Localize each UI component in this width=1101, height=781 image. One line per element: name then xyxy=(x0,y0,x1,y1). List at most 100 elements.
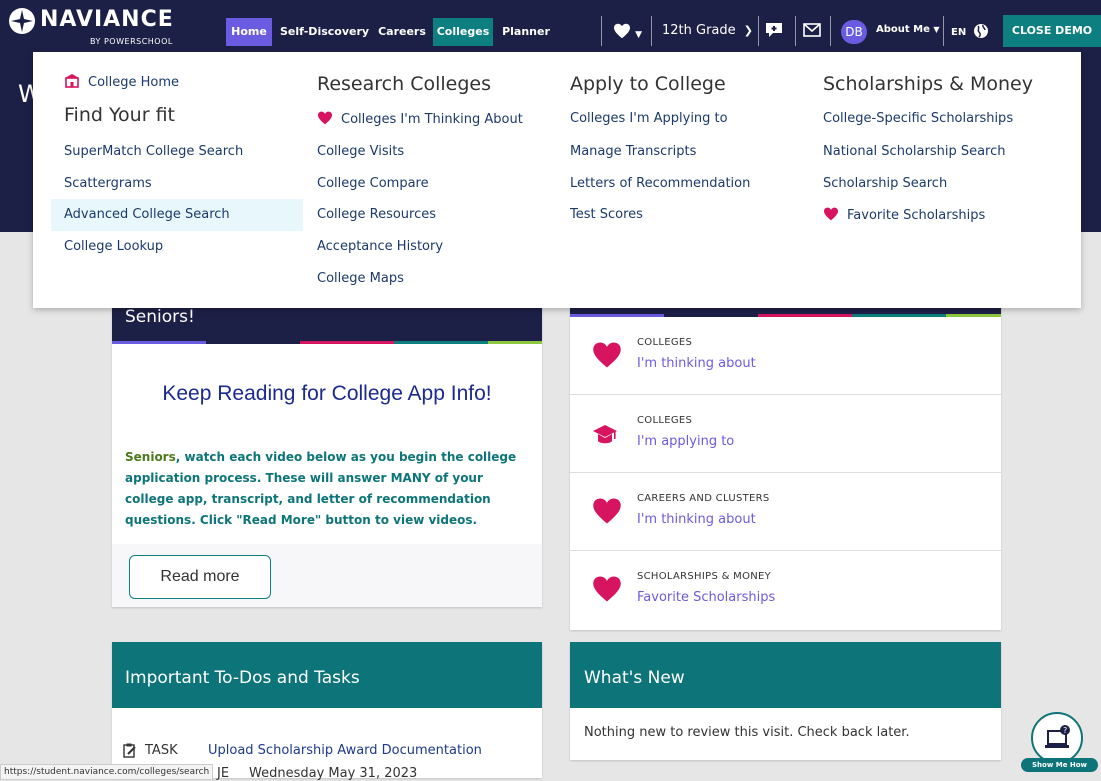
favorite-category: CAREERS AND CLUSTERS xyxy=(637,493,770,504)
college-visits-link[interactable]: College Visits xyxy=(317,144,404,159)
nav-separator xyxy=(651,16,652,46)
nav-separator xyxy=(943,16,944,46)
advanced-college-search-link[interactable]: Advanced College Search xyxy=(51,199,303,231)
messages-button[interactable] xyxy=(803,23,821,41)
tab-self-discovery[interactable]: Self-Discovery xyxy=(280,18,369,46)
tab-careers[interactable]: Careers xyxy=(374,18,430,46)
favorite-link[interactable]: I'm applying to xyxy=(637,434,734,449)
heart-icon xyxy=(318,111,332,125)
college-maps-link[interactable]: College Maps xyxy=(317,271,404,286)
favorite-row[interactable]: SCHOLARSHIPS & MONEY Favorite Scholarshi… xyxy=(570,551,1001,629)
letters-of-recommendation-link[interactable]: Letters of Recommendation xyxy=(570,176,750,191)
color-stripe xyxy=(394,341,488,344)
compass-star-icon xyxy=(9,8,35,34)
tab-planner[interactable]: Planner xyxy=(500,18,552,46)
favorite-link[interactable]: I'm thinking about xyxy=(637,512,756,527)
nav-separator xyxy=(830,16,831,46)
color-stripe xyxy=(112,341,206,344)
school-building-icon xyxy=(65,74,79,88)
favorite-scholarships-label: Favorite Scholarships xyxy=(847,208,986,223)
svg-text:?: ? xyxy=(1063,726,1067,735)
seniors-card: Seniors! Keep Reading for College App In… xyxy=(112,290,542,607)
todos-card-header: Important To-Dos and Tasks xyxy=(112,642,542,708)
favorite-link[interactable]: I'm thinking about xyxy=(637,356,756,371)
tab-home[interactable]: Home xyxy=(226,18,272,46)
whats-new-header: What's New xyxy=(570,642,1001,708)
tab-colleges[interactable]: Colleges xyxy=(433,18,493,46)
apply-to-college-heading: Apply to College xyxy=(570,73,726,95)
task-label: TASK xyxy=(145,743,178,758)
seniors-body-text: , watch each video below as you begin th… xyxy=(125,450,517,527)
brand-name: NAVIANCE xyxy=(40,7,174,32)
clipboard-edit-icon xyxy=(123,743,136,758)
grade-selector[interactable]: 12th Grade ❯ xyxy=(662,23,753,38)
college-compare-link[interactable]: College Compare xyxy=(317,176,429,191)
advanced-college-search-label: Advanced College Search xyxy=(64,207,230,222)
acceptance-history-link[interactable]: Acceptance History xyxy=(317,239,443,254)
graduation-cap-icon xyxy=(593,425,617,444)
favorite-row[interactable]: COLLEGES I'm applying to xyxy=(570,395,1001,473)
favorite-row[interactable]: COLLEGES I'm thinking about xyxy=(570,317,1001,395)
avatar[interactable]: DB xyxy=(841,20,867,44)
favorites-card: COLLEGES I'm thinking about COLLEGES I'm… xyxy=(570,290,1001,630)
heart-icon xyxy=(614,23,630,39)
colleges-applying-to-link[interactable]: Colleges I'm Applying to xyxy=(570,111,728,126)
favorites-menu[interactable]: ▼ xyxy=(613,23,642,41)
language-label: EN xyxy=(951,27,967,38)
national-scholarship-search-link[interactable]: National Scholarship Search xyxy=(823,144,1006,159)
scholarships-money-heading: Scholarships & Money xyxy=(823,73,1033,95)
color-stripe xyxy=(300,341,394,344)
whats-new-body: Nothing new to review this visit. Check … xyxy=(584,725,910,740)
favorite-category: SCHOLARSHIPS & MONEY xyxy=(637,571,772,582)
college-resources-link[interactable]: College Resources xyxy=(317,207,436,222)
brand-sub: BY POWERSCHOOL xyxy=(90,37,173,46)
scholarship-search-link[interactable]: Scholarship Search xyxy=(823,176,947,191)
laptop-help-icon: ? xyxy=(1045,725,1070,748)
heart-icon xyxy=(593,498,621,524)
colleges-thinking-about-label: Colleges I'm Thinking About xyxy=(341,112,523,127)
language-selector[interactable]: EN xyxy=(951,23,989,39)
read-more-button[interactable]: Read more xyxy=(129,555,271,599)
supermatch-link[interactable]: SuperMatch College Search xyxy=(64,144,243,159)
due-label-partial: JE xyxy=(217,766,230,781)
help-circle: ? xyxy=(1031,712,1083,764)
favorite-row[interactable]: CAREERS AND CLUSTERS I'm thinking about xyxy=(570,473,1001,551)
heart-icon xyxy=(824,207,838,221)
college-lookup-link[interactable]: College Lookup xyxy=(64,239,163,254)
chevron-down-icon: ❯ xyxy=(743,24,754,37)
grade-label: 12th Grade xyxy=(662,23,736,38)
heart-icon xyxy=(593,576,621,602)
college-home-link[interactable]: College Home xyxy=(64,73,179,90)
caret-down-icon: ▼ xyxy=(933,25,940,34)
scattergrams-link[interactable]: Scattergrams xyxy=(64,176,152,191)
college-specific-scholarships-link[interactable]: College-Specific Scholarships xyxy=(823,111,1013,126)
test-scores-link[interactable]: Test Scores xyxy=(570,207,643,222)
color-stripe xyxy=(206,341,300,344)
nav-separator xyxy=(758,16,759,46)
envelope-icon xyxy=(803,23,821,37)
favorite-link[interactable]: Favorite Scholarships xyxy=(637,590,775,605)
whats-new-card: What's New Nothing new to review this vi… xyxy=(570,642,1001,760)
colleges-thinking-about-link[interactable]: Colleges I'm Thinking About xyxy=(317,111,523,127)
colleges-mega-menu: College Home Find Your fit SuperMatch Co… xyxy=(33,52,1081,308)
research-colleges-heading: Research Colleges xyxy=(317,73,491,95)
chat-bubble-icon xyxy=(766,23,782,37)
caret-down-icon: ▼ xyxy=(635,30,643,40)
show-me-how-button[interactable]: ? Show Me How xyxy=(1021,712,1098,774)
close-demo-button[interactable]: CLOSE DEMO xyxy=(1003,15,1101,47)
show-me-how-label: Show Me How xyxy=(1021,758,1098,772)
about-me-menu[interactable]: About Me ▼ xyxy=(876,24,940,35)
heart-icon xyxy=(593,342,621,368)
favorite-scholarships-link[interactable]: Favorite Scholarships xyxy=(823,207,985,223)
seniors-card-header-text: Seniors! xyxy=(125,307,195,327)
todos-card: Important To-Dos and Tasks TASK Upload S… xyxy=(112,642,542,781)
manage-transcripts-link[interactable]: Manage Transcripts xyxy=(570,144,696,159)
due-date: Wednesday May 31, 2023 xyxy=(249,766,418,781)
feedback-button[interactable] xyxy=(765,22,783,42)
task-link[interactable]: Upload Scholarship Award Documentation xyxy=(208,743,482,758)
college-home-label: College Home xyxy=(88,75,180,90)
todos-card-title: Important To-Dos and Tasks xyxy=(125,668,360,688)
globe-icon xyxy=(973,24,988,38)
nav-separator xyxy=(601,16,602,46)
favorite-category: COLLEGES xyxy=(637,337,693,348)
